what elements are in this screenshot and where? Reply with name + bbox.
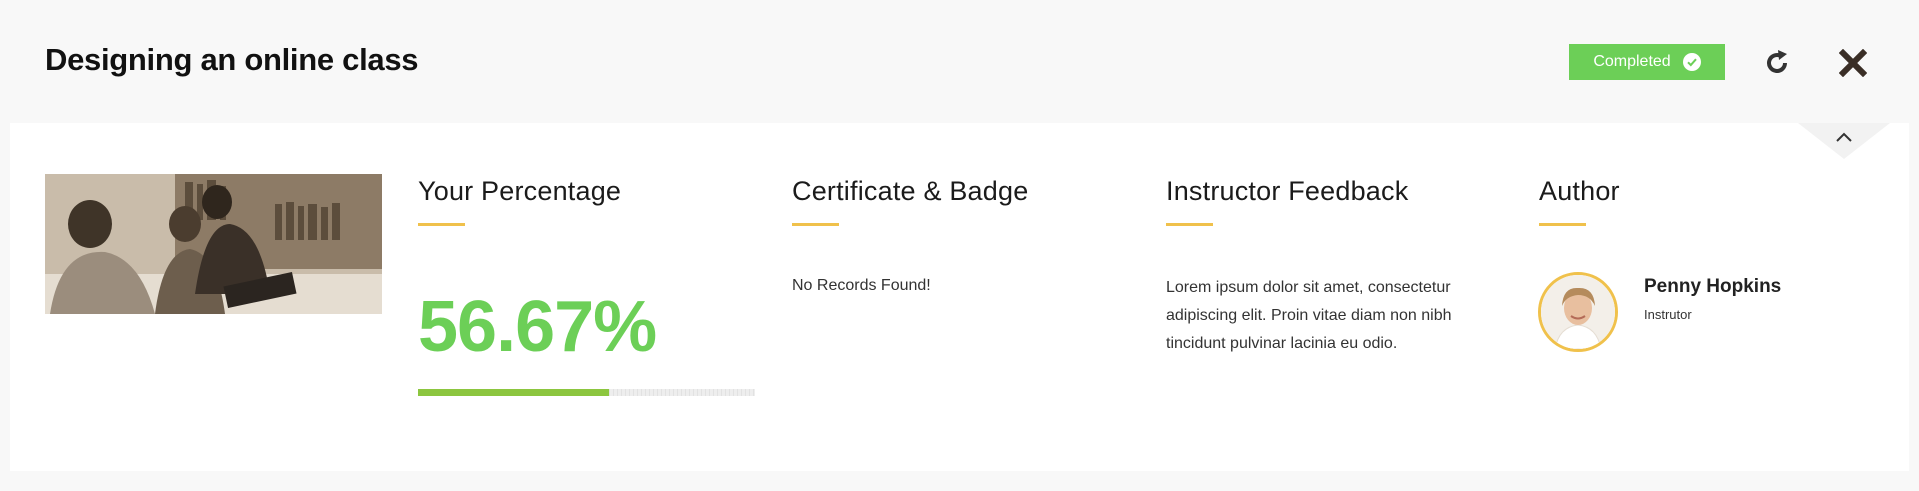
course-result-page: Designing an online class Completed Your… [0,0,1919,491]
status-badge: Completed [1569,44,1725,80]
author-heading: Author [1539,176,1620,206]
no-records-text: No Records Found! [792,277,931,294]
reload-icon[interactable] [1760,46,1794,80]
close-icon[interactable] [1836,46,1870,80]
percentage-value: 56.67% [418,287,657,367]
avatar [1538,272,1618,352]
progress-bar [418,389,755,396]
certificate-section: Certificate & Badge [792,176,1028,226]
header: Designing an online class Completed [0,0,1919,122]
course-image [45,174,382,314]
percentage-heading: Your Percentage [418,176,622,206]
feedback-section: Instructor Feedback [1166,176,1408,226]
author-section: Author [1539,176,1620,226]
chevron-up-icon[interactable] [1832,127,1856,147]
author-role: Instrutor [1644,307,1692,322]
heading-underline [1166,223,1213,226]
heading-underline [1539,223,1586,226]
percentage-section: Your Percentage [418,176,621,226]
certificate-heading: Certificate & Badge [792,176,1029,206]
progress-fill [418,389,609,396]
check-circle-icon [1682,53,1701,71]
heading-underline [418,223,465,226]
heading-underline [792,223,839,226]
author-name: Penny Hopkins [1644,276,1782,297]
page-title: Designing an online class [45,42,419,77]
feedback-text: Lorem ipsum dolor sit amet, consectetur … [1166,279,1452,352]
status-label: Completed [1593,53,1671,70]
feedback-heading: Instructor Feedback [1166,176,1409,206]
